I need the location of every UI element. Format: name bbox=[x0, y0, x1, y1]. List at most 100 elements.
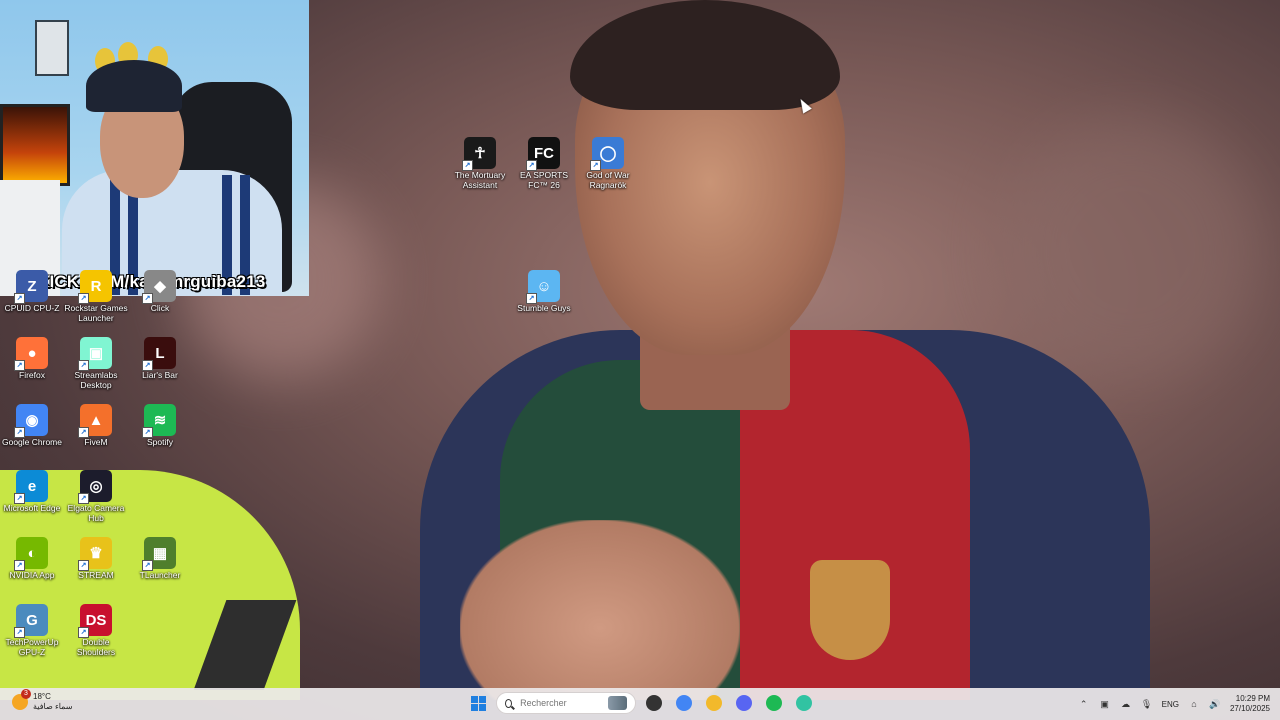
shortcut-arrow-icon: ↗ bbox=[78, 427, 89, 438]
weather-description: سماء صافية bbox=[33, 702, 73, 711]
taskbar: 3 18°C سماء صافية ⌃ ▣ ☁ 🎙 ENG ⌂ 🔊 10:29 … bbox=[0, 688, 1280, 720]
weather-notification-badge: 3 bbox=[21, 689, 31, 699]
chevron-up-icon[interactable]: ⌃ bbox=[1078, 698, 1090, 710]
god-of-war-icon: ◯ ↗ bbox=[590, 137, 624, 171]
desktop-shortcut[interactable]: ☺ ↗ Stumble Guys bbox=[512, 270, 576, 314]
streamlabs-taskbar-icon bbox=[796, 695, 812, 711]
shortcut-arrow-icon: ↗ bbox=[526, 160, 537, 171]
shortcut-arrow-icon: ↗ bbox=[142, 360, 153, 371]
file-manager-app-icon bbox=[646, 695, 662, 711]
desktop-shortcut[interactable]: L ↗ Liar's Bar bbox=[128, 337, 192, 381]
streamer-cap bbox=[86, 60, 182, 112]
desktop-shortcut-label: EA SPORTS FC™ 26 bbox=[519, 170, 569, 190]
desktop-shortcut-label: STREAM bbox=[78, 570, 114, 580]
streamlabs-taskbar-button[interactable] bbox=[792, 691, 816, 715]
shortcut-arrow-icon: ↗ bbox=[142, 560, 153, 571]
onedrive-icon[interactable]: ☁ bbox=[1120, 698, 1132, 710]
desktop-shortcut[interactable]: ▣ ↗ Streamlabs Desktop bbox=[64, 337, 128, 390]
taskbar-search[interactable] bbox=[496, 692, 636, 714]
desktop-shortcut[interactable]: e ↗ Microsoft Edge bbox=[0, 470, 64, 514]
desktop-shortcut[interactable]: R ↗ Rockstar Games Launcher bbox=[64, 270, 128, 323]
desktop-shortcut-label: TechPowerUp GPU-Z bbox=[5, 637, 59, 657]
desktop-shortcut[interactable]: Z ↗ CPUID CPU-Z bbox=[0, 270, 64, 314]
search-icon bbox=[505, 698, 513, 708]
shortcut-arrow-icon: ↗ bbox=[78, 627, 89, 638]
chrome-icon: ◉ ↗ bbox=[14, 404, 48, 438]
shortcut-arrow-icon: ↗ bbox=[78, 560, 89, 571]
desktop-shortcut[interactable]: ▦ ↗ TLauncher bbox=[128, 537, 192, 581]
language-indicator[interactable]: ENG bbox=[1162, 700, 1179, 709]
desktop-shortcut[interactable]: ☥ ↗ The Mortuary Assistant bbox=[448, 137, 512, 190]
desktop-shortcut-label: Google Chrome bbox=[1, 437, 62, 447]
desktop-shortcut-label: Liar's Bar bbox=[142, 370, 178, 380]
shortcut-arrow-icon: ↗ bbox=[14, 427, 25, 438]
rockstar-icon: R ↗ bbox=[78, 270, 112, 304]
elgato-camera-icon: ◎ ↗ bbox=[78, 470, 112, 504]
nvidia-icon: ◐ ↗ bbox=[14, 537, 48, 571]
desktop-shortcut[interactable]: ◆ ↗ Click bbox=[128, 270, 192, 314]
microphone-icon[interactable]: 🎙 bbox=[1141, 698, 1153, 710]
shortcut-arrow-icon: ↗ bbox=[14, 293, 25, 304]
desktop-shortcut[interactable]: G ↗ TechPowerUp GPU-Z bbox=[0, 604, 64, 657]
shortcut-arrow-icon: ↗ bbox=[14, 627, 25, 638]
stumble-guys-icon: ☺ ↗ bbox=[526, 270, 560, 304]
desktop-shortcut[interactable]: DS ↗ Double Shoulders bbox=[64, 604, 128, 657]
desktop-shortcut-label: CPUID CPU-Z bbox=[4, 303, 60, 313]
desktop-shortcut[interactable]: FC ↗ EA SPORTS FC™ 26 bbox=[512, 137, 576, 190]
desktop-shortcut[interactable]: ◯ ↗ God of War Ragnarök bbox=[576, 137, 640, 190]
desktop-shortcut[interactable]: ♛ ↗ STREAM bbox=[64, 537, 128, 581]
volume-icon[interactable]: 🔊 bbox=[1209, 698, 1221, 710]
desktop-shortcut[interactable]: ▲ ↗ FiveM bbox=[64, 404, 128, 448]
windows-logo-icon bbox=[470, 695, 486, 711]
stream-icon: ♛ ↗ bbox=[78, 537, 112, 571]
webcam-overlay: K KICK.COM/kacemrguiba213 bbox=[0, 0, 309, 296]
tlauncher-icon: ▦ ↗ bbox=[142, 537, 176, 571]
fireplace-tv bbox=[0, 104, 70, 186]
desktop-shortcut[interactable]: ◎ ↗ Elgato Camera Hub bbox=[64, 470, 128, 523]
shortcut-arrow-icon: ↗ bbox=[14, 493, 25, 504]
double-shoulders-icon: DS ↗ bbox=[78, 604, 112, 638]
desktop-shortcut-label: Microsoft Edge bbox=[3, 503, 61, 513]
clock-time: 10:29 PM bbox=[1235, 694, 1270, 703]
desktop-shortcut[interactable]: ≋ ↗ Spotify bbox=[128, 404, 192, 448]
shortcut-arrow-icon: ↗ bbox=[462, 160, 473, 171]
shortcut-arrow-icon: ↗ bbox=[142, 293, 153, 304]
desktop-shortcut-label: Double Shoulders bbox=[76, 637, 116, 657]
cpuz-icon: Z ↗ bbox=[14, 270, 48, 304]
edge-icon: e ↗ bbox=[14, 470, 48, 504]
desktop-shortcut[interactable]: ◉ ↗ Google Chrome bbox=[0, 404, 64, 448]
discord-button[interactable] bbox=[732, 691, 756, 715]
taskbar-center bbox=[466, 691, 816, 715]
weather-widget[interactable]: 3 18°C سماء صافية bbox=[12, 689, 73, 712]
weather-sun-icon: 3 bbox=[12, 689, 31, 710]
liars-bar-icon: L ↗ bbox=[142, 337, 176, 371]
desktop-shortcut-label: God of War Ragnarök bbox=[586, 170, 630, 190]
fivem-icon: ▲ ↗ bbox=[78, 404, 112, 438]
ea-sports-fc-icon: FC ↗ bbox=[526, 137, 560, 171]
shortcut-arrow-icon: ↗ bbox=[14, 360, 25, 371]
network-icon[interactable]: ⌂ bbox=[1188, 698, 1200, 710]
clock-date: 27/10/2025 bbox=[1229, 704, 1270, 713]
desktop-shortcut-label: Rockstar Games Launcher bbox=[64, 303, 128, 323]
spotify-taskbar-button[interactable] bbox=[762, 691, 786, 715]
start-button[interactable] bbox=[466, 691, 490, 715]
desktop-shortcut-label: FiveM bbox=[84, 437, 108, 447]
search-input[interactable] bbox=[518, 697, 603, 709]
desktop-shortcut-label: Click bbox=[150, 303, 170, 313]
shortcut-arrow-icon: ↗ bbox=[590, 160, 601, 171]
desktop-shortcut[interactable]: ◐ ↗ NVIDIA App bbox=[0, 537, 64, 581]
spotify-icon: ≋ ↗ bbox=[142, 404, 176, 438]
desktop-shortcut[interactable]: ● ↗ Firefox bbox=[0, 337, 64, 381]
file-explorer-button[interactable] bbox=[702, 691, 726, 715]
tray-app-icon[interactable]: ▣ bbox=[1099, 698, 1111, 710]
taskbar-pinned-apps bbox=[642, 691, 816, 715]
weather-temperature: 18°C bbox=[33, 692, 51, 701]
desktop-shortcut-label: NVIDIA App bbox=[9, 570, 55, 580]
chrome-taskbar-button[interactable] bbox=[672, 691, 696, 715]
clock[interactable]: 10:29 PM 27/10/2025 bbox=[1230, 694, 1270, 714]
wall-picture bbox=[35, 20, 69, 76]
file-manager-app-button[interactable] bbox=[642, 691, 666, 715]
spotify-taskbar-icon bbox=[766, 695, 782, 711]
desktop-shortcut-label: Firefox bbox=[19, 370, 45, 380]
desktop-shortcut-label: Streamlabs Desktop bbox=[74, 370, 118, 390]
